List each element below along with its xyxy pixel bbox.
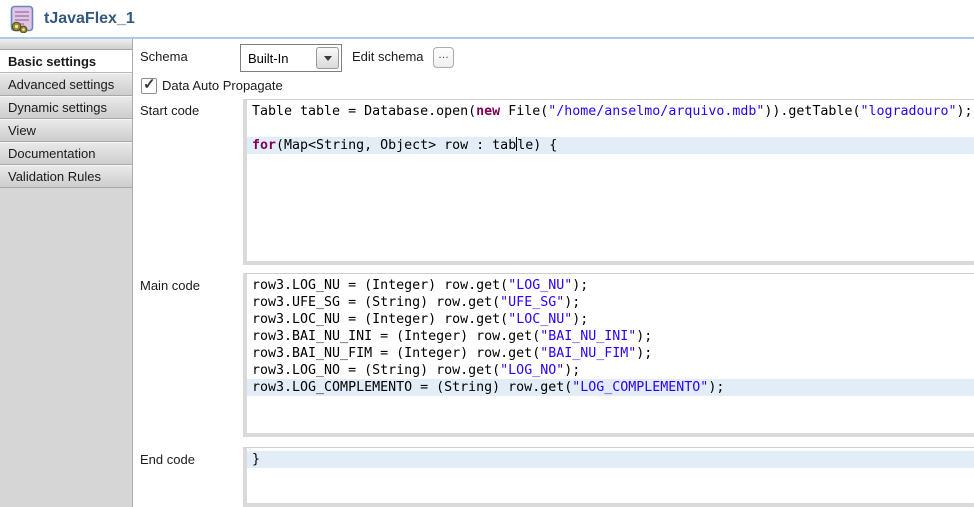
code-segment-plain: row3.LOG_NU = (Integer) row.get( bbox=[252, 278, 508, 293]
tab-dynamic-settings[interactable]: Dynamic settings bbox=[0, 96, 132, 119]
tab-strip-partial bbox=[0, 39, 132, 50]
code-segment-plain: ); bbox=[572, 312, 588, 327]
tab-validation-rules[interactable]: Validation Rules bbox=[0, 165, 132, 188]
code-segment-plain: Table table = Database.open( bbox=[252, 104, 476, 119]
code-segment-plain: )).getTable( bbox=[764, 104, 860, 119]
code-segment-string: "BAI_NU_FIM" bbox=[540, 346, 636, 361]
code-segment-string: "LOG_NO" bbox=[500, 363, 564, 378]
code-segment-string: "logradouro" bbox=[860, 104, 956, 119]
code-line: row3.LOG_NU = (Integer) row.get("LOG_NU"… bbox=[247, 277, 974, 294]
code-line: for(Map<String, Object> row : table) { bbox=[247, 137, 974, 154]
component-header: tJavaFlex_1 bbox=[0, 0, 974, 39]
schema-combobox-value: Built-In bbox=[241, 51, 316, 66]
combo-dropdown-button[interactable] bbox=[316, 47, 339, 69]
tab-advanced-settings[interactable]: Advanced settings bbox=[0, 73, 132, 96]
code-segment-plain: row3.LOG_NO = (String) row.get( bbox=[252, 363, 500, 378]
component-settings-panel: tJavaFlex_1 Basic settings Advanced sett… bbox=[0, 0, 974, 507]
code-segment-plain: ); bbox=[708, 380, 724, 395]
start-code-label: Start code bbox=[140, 103, 199, 118]
code-line: row3.LOG_COMPLEMENTO = (String) row.get(… bbox=[247, 379, 974, 396]
code-line: row3.LOG_NO = (String) row.get("LOG_NO")… bbox=[247, 362, 974, 379]
tab-basic-settings[interactable]: Basic settings bbox=[0, 50, 132, 73]
code-segment-plain: row3.BAI_NU_FIM = (Integer) row.get( bbox=[252, 346, 540, 361]
code-segment-plain: ); bbox=[564, 363, 580, 378]
main-code-label: Main code bbox=[140, 278, 200, 293]
code-segment-string: "LOG_NU" bbox=[508, 278, 572, 293]
code-segment-plain: ); bbox=[572, 278, 588, 293]
code-segment-keyword: new bbox=[476, 104, 500, 119]
code-segment-plain: ); bbox=[636, 329, 652, 344]
code-segment-string: "/home/anselmo/arquivo.mdb" bbox=[548, 104, 764, 119]
code-line: row3.LOC_NU = (Integer) row.get("LOC_NU"… bbox=[247, 311, 974, 328]
code-line: Table table = Database.open(new File("/h… bbox=[247, 103, 974, 120]
main-code-editor[interactable]: row3.LOG_NU = (Integer) row.get("LOG_NU"… bbox=[243, 273, 974, 437]
code-line: } bbox=[247, 451, 974, 468]
edit-schema-label: Edit schema bbox=[352, 49, 424, 64]
code-line bbox=[247, 120, 974, 137]
component-title: tJavaFlex_1 bbox=[44, 10, 135, 28]
code-segment-plain: row3.BAI_NU_INI = (Integer) row.get( bbox=[252, 329, 540, 344]
settings-tab-list: Basic settings Advanced settings Dynamic… bbox=[0, 39, 133, 507]
code-segment-plain: ); bbox=[636, 346, 652, 361]
edit-schema-button[interactable]: … bbox=[433, 47, 454, 68]
code-segment-plain: le) { bbox=[517, 138, 557, 153]
code-segment-string: "LOG_COMPLEMENTO" bbox=[572, 380, 708, 395]
code-line: row3.BAI_NU_INI = (Integer) row.get("BAI… bbox=[247, 328, 974, 345]
tab-documentation[interactable]: Documentation bbox=[0, 142, 132, 165]
code-segment-plain: ); bbox=[564, 295, 580, 310]
code-segment-plain: row3.LOC_NU = (Integer) row.get( bbox=[252, 312, 508, 327]
sidebar-filler bbox=[0, 188, 132, 468]
code-segment-keyword: for bbox=[252, 138, 276, 153]
tjavaflex-component-icon bbox=[8, 5, 36, 33]
schema-combobox[interactable]: Built-In bbox=[240, 44, 342, 72]
code-segment-string: "UFE_SG" bbox=[500, 295, 564, 310]
code-line: row3.UFE_SG = (String) row.get("UFE_SG")… bbox=[247, 294, 974, 311]
start-code-editor[interactable]: Table table = Database.open(new File("/h… bbox=[243, 99, 974, 265]
data-auto-propagate-label: Data Auto Propagate bbox=[162, 78, 283, 93]
code-segment-plain: File( bbox=[500, 104, 548, 119]
schema-label: Schema bbox=[140, 49, 188, 64]
code-segment-plain: } bbox=[252, 452, 260, 467]
code-segment-plain: (Map<String, Object> row : tab bbox=[276, 138, 516, 153]
tab-view[interactable]: View bbox=[0, 119, 132, 142]
code-line: row3.BAI_NU_FIM = (Integer) row.get("BAI… bbox=[247, 345, 974, 362]
end-code-label: End code bbox=[140, 452, 195, 467]
chevron-down-icon bbox=[324, 56, 332, 61]
code-segment-plain: row3.UFE_SG = (String) row.get( bbox=[252, 295, 500, 310]
code-segment-string: "LOC_NU" bbox=[508, 312, 572, 327]
code-segment-string: "BAI_NU_INI" bbox=[540, 329, 636, 344]
code-segment-plain: ); bbox=[957, 104, 973, 119]
end-code-editor[interactable]: } bbox=[243, 447, 974, 507]
data-auto-propagate-checkbox[interactable] bbox=[141, 78, 157, 94]
code-segment-plain: row3.LOG_COMPLEMENTO = (String) row.get( bbox=[252, 380, 572, 395]
